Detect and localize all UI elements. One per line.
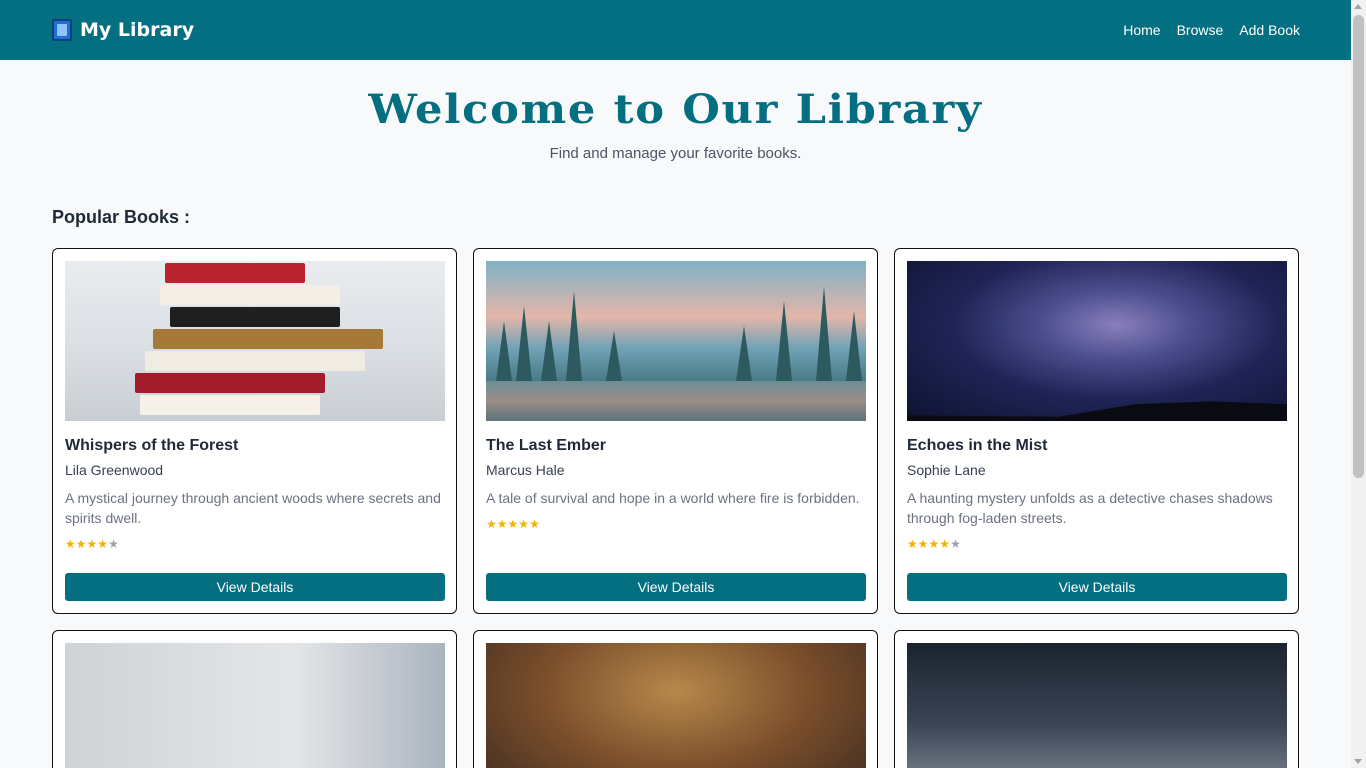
star-rating: ★★★★★ <box>65 537 444 553</box>
book-card <box>894 630 1299 768</box>
book-cover-image <box>486 643 866 768</box>
scroll-thumb[interactable] <box>1353 15 1364 478</box>
star-icon: ★ <box>97 537 109 551</box>
book-cover-image <box>486 261 866 421</box>
book-description: A haunting mystery unfolds as a detectiv… <box>907 490 1273 526</box>
section-title: Popular Books : <box>52 207 191 227</box>
star-icon: ★ <box>907 537 918 551</box>
star-icon: ★ <box>518 517 530 531</box>
nav-link-home[interactable]: Home <box>1123 22 1160 38</box>
book-cover-image <box>65 643 445 768</box>
star-icon: ★ <box>75 537 87 551</box>
book-cover-image <box>907 261 1287 421</box>
scroll-up-arrow-icon[interactable] <box>1354 4 1362 9</box>
star-icon: ★ <box>529 517 540 531</box>
book-card: The Last Ember Marcus Hale A tale of sur… <box>473 248 878 614</box>
hero-section: Welcome to Our Library Find and manage y… <box>0 60 1351 162</box>
book-description: A tale of survival and hope in a world w… <box>486 490 860 506</box>
top-navbar: My Library Home Browse Add Book <box>0 0 1351 60</box>
book-description: A mystical journey through ancient woods… <box>65 490 441 526</box>
star-rating: ★★★★★ <box>486 517 865 533</box>
star-icon: ★ <box>496 517 508 531</box>
star-icon: ★ <box>65 537 76 551</box>
star-empty-icon: ★ <box>950 537 961 551</box>
nav-link-add-book[interactable]: Add Book <box>1239 22 1300 38</box>
scroll-down-arrow-icon[interactable] <box>1354 759 1362 764</box>
book-title: Echoes in the Mist <box>907 437 1048 454</box>
page-title: Welcome to Our Library <box>368 86 983 133</box>
book-card <box>473 630 878 768</box>
nav-links: Home Browse Add Book <box>1123 22 1300 38</box>
book-title: The Last Ember <box>486 437 607 454</box>
page-subtitle: Find and manage your favorite books. <box>549 145 802 162</box>
view-details-button[interactable]: View Details <box>486 573 866 601</box>
star-icon: ★ <box>939 537 951 551</box>
book-icon <box>52 19 72 41</box>
star-icon: ★ <box>928 537 940 551</box>
star-empty-icon: ★ <box>108 537 119 551</box>
view-details-button[interactable]: View Details <box>907 573 1287 601</box>
book-cover-image <box>907 643 1287 768</box>
book-author: Sophie Lane <box>907 462 986 478</box>
book-card: Echoes in the Mist Sophie Lane A hauntin… <box>894 248 1299 614</box>
brand-name: My Library <box>80 19 195 41</box>
book-author: Marcus Hale <box>486 462 565 478</box>
book-card <box>52 630 457 768</box>
nav-link-browse[interactable]: Browse <box>1177 22 1224 38</box>
star-icon: ★ <box>917 537 929 551</box>
book-author: Lila Greenwood <box>65 462 164 478</box>
star-rating: ★★★★★ <box>907 537 1286 553</box>
brand-logo[interactable]: My Library <box>52 19 194 41</box>
book-cover-image <box>65 261 445 421</box>
star-icon: ★ <box>86 537 98 551</box>
book-title: Whispers of the Forest <box>65 437 239 454</box>
book-card: Whispers of the Forest Lila Greenwood A … <box>52 248 457 614</box>
view-details-button[interactable]: View Details <box>65 573 445 601</box>
star-icon: ★ <box>507 517 519 531</box>
star-icon: ★ <box>486 517 497 531</box>
